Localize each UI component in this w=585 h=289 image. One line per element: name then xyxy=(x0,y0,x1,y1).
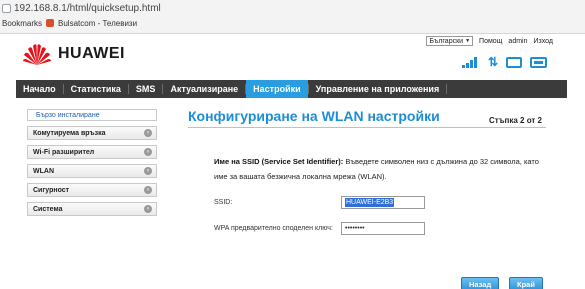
language-select[interactable]: Български ▼ xyxy=(426,36,474,46)
back-button[interactable]: Назад xyxy=(461,277,500,289)
finish-button[interactable]: Край xyxy=(509,277,543,289)
language-value: Български xyxy=(429,37,464,45)
sidebar-item-label: Wi-Fi разширител xyxy=(33,148,95,156)
battery-icon xyxy=(530,56,547,68)
page-icon xyxy=(2,3,11,13)
ssid-input[interactable]: HUAWEI-E2B3 xyxy=(341,196,425,209)
nav-app-management[interactable]: Управление на приложения xyxy=(309,80,447,98)
expand-icon: › xyxy=(144,148,152,156)
expand-icon: › xyxy=(144,205,152,213)
wpa-key-value: •••••••• xyxy=(345,225,365,232)
sidebar-item-system[interactable]: Система › xyxy=(27,202,157,216)
bookmarks-bar: Bookmarks Bulsatcom - Телевизи xyxy=(2,16,137,30)
huawei-flower-icon xyxy=(23,44,51,65)
header-links: Български ▼ Помощ admin Изход xyxy=(426,36,553,46)
title-divider xyxy=(188,127,546,128)
nav-sms[interactable]: SMS xyxy=(129,80,163,98)
sidebar: Бързо инсталиране Комутируема връзка › W… xyxy=(27,109,157,221)
ssid-label: SSID: xyxy=(214,199,233,206)
router-page: Български ▼ Помощ admin Изход HUAWEI ⇅ Н… xyxy=(0,34,585,289)
sidebar-item-label: Бързо инсталиране xyxy=(36,111,100,119)
url-text[interactable]: 192.168.8.1/html/quicksetup.html xyxy=(14,3,161,14)
sidebar-item-label: Сигурност xyxy=(33,186,70,194)
sidebar-item-dialup[interactable]: Комутируема връзка › xyxy=(27,126,157,140)
logout-link[interactable]: Изход xyxy=(534,38,554,45)
user-name: admin xyxy=(508,37,528,45)
main-nav: Начало Статистика SMS Актуализиране Наст… xyxy=(16,80,567,98)
ssid-value: HUAWEI-E2B3 xyxy=(345,198,395,207)
ssid-description: Име на SSID (Service Set Identifier): Въ… xyxy=(214,154,544,184)
ssid-description-label: Име на SSID (Service Set Identifier): xyxy=(214,157,344,166)
data-transfer-icon: ⇅ xyxy=(487,55,498,69)
expand-icon: › xyxy=(144,167,152,175)
sidebar-item-label: Система xyxy=(33,205,63,213)
step-indicator: Стъпка 2 от 2 xyxy=(489,116,542,125)
sidebar-item-label: Комутируема връзка xyxy=(33,129,106,137)
signal-strength-icon xyxy=(461,56,480,68)
sidebar-item-quick-setup[interactable]: Бързо инсталиране xyxy=(27,109,157,121)
nav-statistics[interactable]: Статистика xyxy=(64,80,128,98)
nav-settings[interactable]: Настройки xyxy=(246,80,308,98)
bookmark-bulsatcom[interactable]: Bulsatcom - Телевизи xyxy=(58,19,137,28)
sidebar-item-label: WLAN xyxy=(33,167,54,175)
logo-text: HUAWEI xyxy=(58,45,125,62)
main-content: Конфигуриране на WLAN настройки Стъпка 2… xyxy=(188,108,548,289)
bookmarks-label[interactable]: Bookmarks xyxy=(2,19,42,28)
connection-icon xyxy=(506,56,522,68)
wpa-key-input[interactable]: •••••••• xyxy=(341,222,425,235)
huawei-logo: HUAWEI xyxy=(22,42,125,66)
help-link[interactable]: Помощ xyxy=(479,38,502,45)
status-icons: ⇅ xyxy=(461,55,547,69)
sidebar-item-security[interactable]: Сигурност › xyxy=(27,183,157,197)
address-bar[interactable]: 192.168.8.1/html/quicksetup.html xyxy=(2,1,161,15)
nav-home[interactable]: Начало xyxy=(16,80,63,98)
sidebar-item-wlan[interactable]: WLAN › xyxy=(27,164,157,178)
nav-divider xyxy=(446,84,448,94)
bookmark-favicon-icon xyxy=(46,19,55,27)
browser-toolbar: 192.168.8.1/html/quicksetup.html Bookmar… xyxy=(0,0,585,34)
nav-update[interactable]: Актуализиране xyxy=(163,80,245,98)
sidebar-item-wifi-extender[interactable]: Wi-Fi разширител › xyxy=(27,145,157,159)
expand-icon: › xyxy=(144,186,152,194)
chevron-down-icon: ▼ xyxy=(465,37,471,44)
wpa-key-label: WPA предварително споделен ключ: xyxy=(214,225,333,232)
expand-icon: › xyxy=(144,129,152,137)
